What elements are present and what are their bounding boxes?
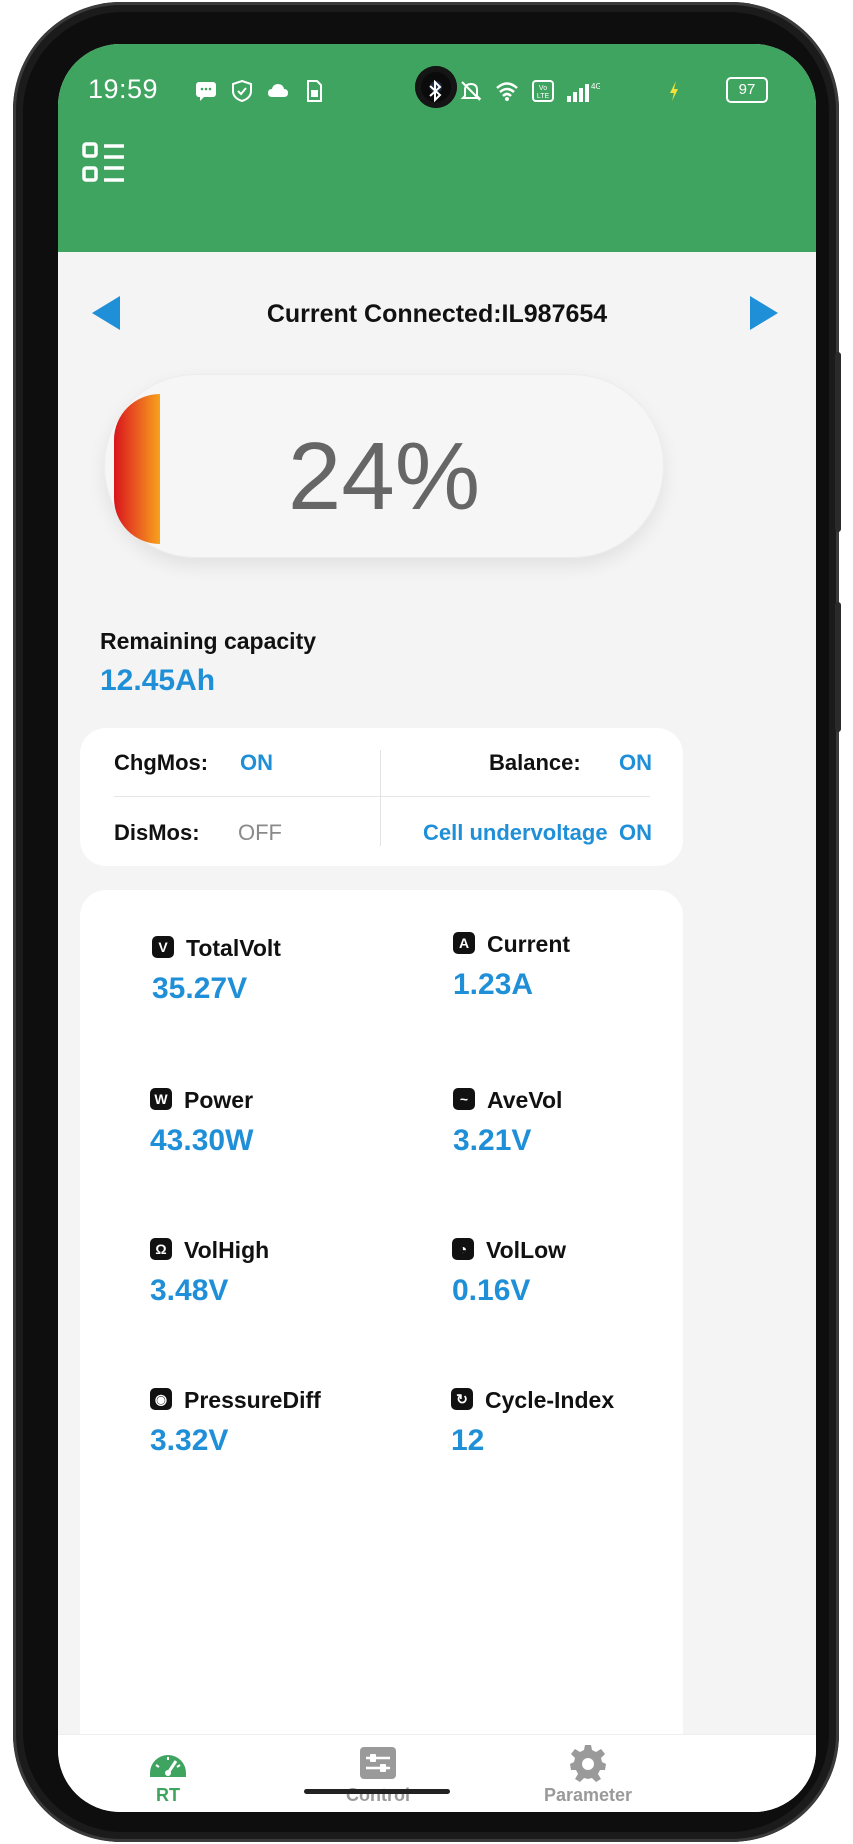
nav-label-rt: RT — [156, 1785, 180, 1805]
metric-value: 1.23A — [453, 968, 534, 1001]
metric-current: A Current 1.23A — [453, 931, 703, 1022]
metric-label: AveVol — [487, 1087, 563, 1113]
connection-label: Current Connected:IL987654 — [266, 300, 608, 328]
metric-label: VolLow — [486, 1237, 567, 1263]
phone-frame: 19:59 Vo LTE 4G 97 Current Connected:IL9… — [13, 2, 841, 1842]
mos-status-card: ChgMos: ON DisMos: OFF Balance: ON Cell … — [80, 728, 683, 866]
sim-icon — [307, 80, 322, 102]
nav-item-parameter[interactable]: Parameter — [488, 1735, 688, 1812]
app-bar: 19:59 Vo LTE 4G 97 — [58, 44, 816, 252]
menu-grid-icon[interactable] — [80, 138, 132, 190]
vollow-icon: ◔ — [452, 1238, 474, 1260]
pressure-icon: ◉ — [150, 1388, 172, 1410]
balance-label: Balance: — [489, 750, 581, 775]
chgmos-value: ON — [240, 750, 273, 775]
nav-label-parameter: Parameter — [543, 1785, 633, 1805]
metric-power: W Power 43.30W — [150, 1087, 400, 1178]
metric-value: 3.32V — [150, 1424, 229, 1457]
volte-icon: VoLTE — [532, 80, 554, 102]
metrics-card: V TotalVolt 35.27V A Current 1.23A W Pow… — [80, 890, 683, 1734]
remaining-capacity-label: Remaining capacity — [100, 628, 317, 654]
voltage-icon: V — [152, 936, 174, 958]
status-bar: 19:59 Vo LTE 4G 97 — [58, 44, 816, 134]
metric-label: Current — [487, 931, 571, 957]
wifi-icon — [496, 82, 518, 101]
soc-percent: 24% — [287, 423, 481, 530]
metric-value: 35.27V — [152, 972, 248, 1005]
metric-avevol: ~ AveVol 3.21V — [453, 1087, 703, 1178]
soc-indicator: 24% — [104, 374, 664, 558]
metric-value: 0.16V — [452, 1274, 531, 1307]
metric-label: TotalVolt — [186, 935, 281, 961]
shield-icon — [232, 80, 252, 102]
status-time: 19:59 — [88, 74, 159, 104]
svg-text:LTE: LTE — [537, 93, 550, 100]
svg-text:Vo: Vo — [539, 85, 547, 92]
divider — [114, 796, 650, 797]
signal-icon: 4G — [567, 82, 600, 102]
cell-undervoltage-label: Cell undervoltage — [423, 820, 608, 845]
average-icon: ~ — [453, 1088, 475, 1110]
balance-value: ON — [619, 750, 652, 775]
nav-item-rt[interactable]: RT — [68, 1735, 268, 1812]
metric-label: PressureDiff — [184, 1387, 321, 1413]
metric-totalvolt: V TotalVolt 35.27V — [152, 935, 402, 1026]
dismos-value: OFF — [238, 820, 282, 845]
cloud-icon — [268, 84, 288, 97]
metric-volhigh: Ω VolHigh 3.48V — [150, 1237, 400, 1328]
dismos-label: DisMos: — [114, 820, 200, 845]
cycle-icon: ↻ — [451, 1388, 473, 1410]
metric-value: 43.30W — [150, 1124, 254, 1157]
chgmos-label: ChgMos: — [114, 750, 209, 775]
battery-icon: 97 — [726, 77, 768, 103]
power-icon: W — [150, 1088, 172, 1110]
metric-label: Power — [184, 1087, 254, 1113]
metric-label: VolHigh — [184, 1237, 270, 1263]
bluetooth-icon — [429, 80, 442, 102]
divider — [380, 750, 381, 846]
volume-button — [835, 352, 841, 532]
gauge-icon — [150, 1755, 186, 1777]
bottom-nav: RT Control Parameter — [58, 1734, 816, 1812]
nav-item-control[interactable]: Control — [278, 1735, 478, 1812]
remaining-capacity-value: 12.45Ah — [100, 664, 216, 697]
volhigh-icon: Ω — [150, 1238, 172, 1260]
metric-value: 12 — [451, 1424, 485, 1457]
gear-icon — [570, 1745, 606, 1782]
cell-undervoltage-value: ON — [619, 820, 652, 845]
metric-label: Cycle-Index — [485, 1387, 615, 1413]
metric-value: 3.21V — [453, 1124, 532, 1157]
power-button — [835, 602, 841, 732]
arrow-right-icon[interactable] — [750, 296, 778, 330]
charging-icon — [670, 81, 678, 101]
sliders-icon — [360, 1747, 396, 1779]
current-icon: A — [453, 932, 475, 954]
content: Current Connected:IL987654 24% Remaining… — [58, 252, 816, 1734]
mute-icon — [460, 81, 482, 101]
screen: 19:59 Vo LTE 4G 97 Current Connected:IL9… — [58, 44, 816, 1812]
svg-text:4G: 4G — [591, 82, 600, 91]
metric-cycle-index: ↻ Cycle-Index 12 — [451, 1387, 701, 1478]
metric-pressurediff: ◉ PressureDiff 3.32V — [150, 1387, 400, 1478]
home-indicator[interactable] — [304, 1789, 450, 1794]
metric-value: 3.48V — [150, 1274, 229, 1307]
metric-vollow: ◔ VolLow 0.16V — [452, 1237, 702, 1328]
message-icon — [196, 82, 216, 101]
